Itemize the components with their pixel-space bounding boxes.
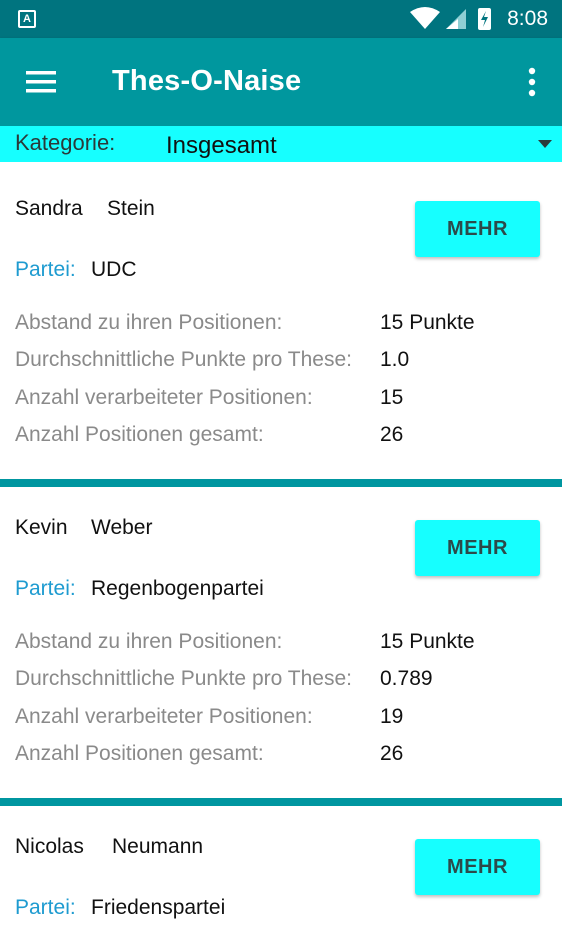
card-divider xyxy=(0,479,562,487)
category-value[interactable]: Insgesamt xyxy=(166,132,277,160)
more-button[interactable]: MEHR xyxy=(415,839,540,895)
candidate-card: Nicolas Neumann MEHR Partei: Friedenspar… xyxy=(0,806,562,925)
app-notification-icon: A xyxy=(18,10,36,28)
total-label: Anzahl Positionen gesamt: xyxy=(15,742,264,765)
party-label: Partei: xyxy=(15,258,76,281)
more-button[interactable]: MEHR xyxy=(415,520,540,576)
menu-icon[interactable] xyxy=(18,60,62,104)
processed-label: Anzahl verarbeiteter Positionen: xyxy=(15,386,313,409)
more-options-icon[interactable] xyxy=(522,66,542,100)
total-value: 26 xyxy=(380,423,404,446)
status-icons xyxy=(410,7,491,30)
wifi-icon xyxy=(410,7,440,29)
avg-points-value: 0.789 xyxy=(380,667,433,690)
distance-value: 15 Punkte xyxy=(380,311,475,334)
candidate-last-name: Stein xyxy=(107,197,155,220)
category-selector[interactable]: Kategorie: Insgesamt xyxy=(0,126,562,162)
candidate-first-name: Sandra xyxy=(15,197,83,220)
party-label: Partei: xyxy=(15,896,76,919)
more-button[interactable]: MEHR xyxy=(415,201,540,257)
dropdown-arrow-icon[interactable] xyxy=(538,140,552,148)
processed-value: 15 xyxy=(380,386,404,409)
total-value: 26 xyxy=(380,742,404,765)
distance-label: Abstand zu ihren Positionen: xyxy=(15,630,283,653)
avg-points-label: Durchschnittliche Punkte pro These: xyxy=(15,667,352,690)
candidate-card: Kevin Weber MEHR Partei: Regenbogenparte… xyxy=(0,487,562,798)
candidate-first-name: Nicolas xyxy=(15,835,84,858)
party-value: Friedenspartei xyxy=(91,896,226,919)
app-title: Thes-O-Naise xyxy=(112,65,302,97)
clock: 8:08 xyxy=(507,7,548,30)
distance-label: Abstand zu ihren Positionen: xyxy=(15,311,283,334)
card-divider xyxy=(0,798,562,806)
candidate-card: Sandra Stein MEHR Partei: UDC Abstand zu… xyxy=(0,163,562,479)
app-bar: Thes-O-Naise xyxy=(0,38,562,126)
category-label: Kategorie: xyxy=(15,130,116,155)
processed-value: 19 xyxy=(380,705,404,728)
processed-label: Anzahl verarbeiteter Positionen: xyxy=(15,705,313,728)
status-bar: A 8:08 xyxy=(0,0,562,38)
party-label: Partei: xyxy=(15,577,76,600)
distance-value: 15 Punkte xyxy=(380,630,475,653)
candidate-first-name: Kevin xyxy=(15,516,68,539)
candidate-last-name: Neumann xyxy=(112,835,204,858)
party-value: UDC xyxy=(91,258,137,281)
total-label: Anzahl Positionen gesamt: xyxy=(15,423,264,446)
avg-points-label: Durchschnittliche Punkte pro These: xyxy=(15,348,352,371)
party-value: Regenbogenpartei xyxy=(91,577,264,600)
candidate-last-name: Weber xyxy=(91,516,153,539)
avg-points-value: 1.0 xyxy=(380,348,410,371)
